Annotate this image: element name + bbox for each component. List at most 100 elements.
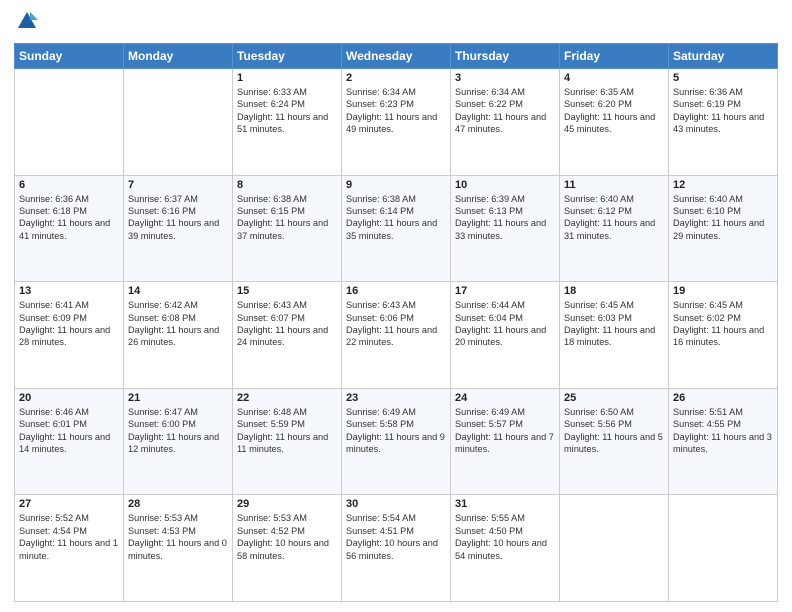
calendar-cell: 27 Sunrise: 5:52 AM Sunset: 4:54 PM Dayli… [15,495,124,602]
day-number: 8 [237,179,337,191]
day-header-saturday: Saturday [669,44,778,69]
day-number: 21 [128,392,228,404]
day-number: 29 [237,498,337,510]
calendar-week-row: 13 Sunrise: 6:41 AM Sunset: 6:09 PM Dayli… [15,282,778,389]
day-number: 15 [237,285,337,297]
logo [14,10,38,37]
day-detail: Sunrise: 6:34 AM Sunset: 6:22 PM Dayligh… [455,86,555,136]
calendar-week-row: 1 Sunrise: 6:33 AM Sunset: 6:24 PM Daylig… [15,69,778,176]
day-detail: Sunrise: 6:33 AM Sunset: 6:24 PM Dayligh… [237,86,337,136]
calendar-cell: 8 Sunrise: 6:38 AM Sunset: 6:15 PM Daylig… [233,175,342,282]
calendar-cell: 21Sunrise: 6:47 AM Sunset: 6:00 PM Dayli… [124,388,233,495]
day-number: 19 [673,285,773,297]
calendar-cell: 31 Sunrise: 5:55 AM Sunset: 4:50 PM Dayli… [451,495,560,602]
logo-icon [16,10,38,32]
day-detail: Sunrise: 5:53 AM Sunset: 4:53 PM Dayligh… [128,512,228,562]
day-detail: Sunrise: 5:54 AM Sunset: 4:51 PM Dayligh… [346,512,446,562]
day-detail: Sunrise: 6:37 AM Sunset: 6:16 PM Dayligh… [128,193,228,243]
day-number: 16 [346,285,446,297]
calendar-cell: 11Sunrise: 6:40 AM Sunset: 6:12 PM Dayli… [560,175,669,282]
day-number: 10 [455,179,555,191]
day-header-monday: Monday [124,44,233,69]
day-number: 3 [455,72,555,84]
calendar-cell: 29 Sunrise: 5:53 AM Sunset: 4:52 PM Dayli… [233,495,342,602]
day-number: 1 [237,72,337,84]
day-detail: Sunrise: 6:43 AM Sunset: 6:06 PM Dayligh… [346,299,446,349]
header [14,10,778,37]
calendar-table: SundayMondayTuesdayWednesdayThursdayFrid… [14,43,778,602]
calendar-cell [669,495,778,602]
calendar-cell: 22 Sunrise: 6:48 AM Sunset: 5:59 PM Dayli… [233,388,342,495]
calendar-cell: 9 Sunrise: 6:38 AM Sunset: 6:14 PM Daylig… [342,175,451,282]
calendar-cell: 6 Sunrise: 6:36 AM Sunset: 6:18 PM Daylig… [15,175,124,282]
day-detail: Sunrise: 5:51 AM Sunset: 4:55 PM Dayligh… [673,406,773,456]
day-detail: Sunrise: 6:38 AM Sunset: 6:15 PM Dayligh… [237,193,337,243]
calendar-week-row: 27 Sunrise: 5:52 AM Sunset: 4:54 PM Dayli… [15,495,778,602]
day-number: 2 [346,72,446,84]
day-detail: Sunrise: 5:55 AM Sunset: 4:50 PM Dayligh… [455,512,555,562]
calendar-cell [560,495,669,602]
calendar-cell: 26Sunrise: 5:51 AM Sunset: 4:55 PM Dayli… [669,388,778,495]
day-detail: Sunrise: 5:53 AM Sunset: 4:52 PM Dayligh… [237,512,337,562]
calendar-week-row: 20Sunrise: 6:46 AM Sunset: 6:01 PM Dayli… [15,388,778,495]
day-header-tuesday: Tuesday [233,44,342,69]
day-number: 7 [128,179,228,191]
calendar-cell: 1 Sunrise: 6:33 AM Sunset: 6:24 PM Daylig… [233,69,342,176]
day-number: 4 [564,72,664,84]
day-number: 23 [346,392,446,404]
day-number: 20 [19,392,119,404]
calendar-cell: 3 Sunrise: 6:34 AM Sunset: 6:22 PM Daylig… [451,69,560,176]
calendar-cell: 17 Sunrise: 6:44 AM Sunset: 6:04 PM Dayli… [451,282,560,389]
calendar-cell [15,69,124,176]
calendar-header-row: SundayMondayTuesdayWednesdayThursdayFrid… [15,44,778,69]
calendar-cell: 19 Sunrise: 6:45 AM Sunset: 6:02 PM Dayli… [669,282,778,389]
day-detail: Sunrise: 6:48 AM Sunset: 5:59 PM Dayligh… [237,406,337,456]
day-detail: Sunrise: 5:52 AM Sunset: 4:54 PM Dayligh… [19,512,119,562]
day-detail: Sunrise: 6:45 AM Sunset: 6:02 PM Dayligh… [673,299,773,349]
calendar-cell: 14Sunrise: 6:42 AM Sunset: 6:08 PM Dayli… [124,282,233,389]
day-detail: Sunrise: 6:39 AM Sunset: 6:13 PM Dayligh… [455,193,555,243]
page: SundayMondayTuesdayWednesdayThursdayFrid… [0,0,792,612]
day-number: 13 [19,285,119,297]
calendar-cell: 5Sunrise: 6:36 AM Sunset: 6:19 PM Daylig… [669,69,778,176]
day-header-thursday: Thursday [451,44,560,69]
day-number: 12 [673,179,773,191]
day-number: 24 [455,392,555,404]
calendar-cell: 18 Sunrise: 6:45 AM Sunset: 6:03 PM Dayli… [560,282,669,389]
day-number: 6 [19,179,119,191]
calendar-cell: 20Sunrise: 6:46 AM Sunset: 6:01 PM Dayli… [15,388,124,495]
day-detail: Sunrise: 6:34 AM Sunset: 6:23 PM Dayligh… [346,86,446,136]
day-number: 18 [564,285,664,297]
calendar-cell: 24 Sunrise: 6:49 AM Sunset: 5:57 PM Dayli… [451,388,560,495]
day-number: 28 [128,498,228,510]
calendar-cell [124,69,233,176]
day-number: 27 [19,498,119,510]
calendar-cell: 4Sunrise: 6:35 AM Sunset: 6:20 PM Daylig… [560,69,669,176]
calendar-cell: 13 Sunrise: 6:41 AM Sunset: 6:09 PM Dayli… [15,282,124,389]
day-detail: Sunrise: 6:38 AM Sunset: 6:14 PM Dayligh… [346,193,446,243]
day-detail: Sunrise: 6:42 AM Sunset: 6:08 PM Dayligh… [128,299,228,349]
day-detail: Sunrise: 6:40 AM Sunset: 6:10 PM Dayligh… [673,193,773,243]
day-number: 22 [237,392,337,404]
calendar-cell: 16 Sunrise: 6:43 AM Sunset: 6:06 PM Dayli… [342,282,451,389]
day-detail: Sunrise: 6:41 AM Sunset: 6:09 PM Dayligh… [19,299,119,349]
day-detail: Sunrise: 6:36 AM Sunset: 6:18 PM Dayligh… [19,193,119,243]
calendar-cell: 15Sunrise: 6:43 AM Sunset: 6:07 PM Dayli… [233,282,342,389]
day-number: 30 [346,498,446,510]
day-detail: Sunrise: 6:49 AM Sunset: 5:57 PM Dayligh… [455,406,555,456]
calendar-cell: 7 Sunrise: 6:37 AM Sunset: 6:16 PM Daylig… [124,175,233,282]
day-number: 17 [455,285,555,297]
day-header-friday: Friday [560,44,669,69]
day-detail: Sunrise: 6:36 AM Sunset: 6:19 PM Dayligh… [673,86,773,136]
calendar-cell: 28 Sunrise: 5:53 AM Sunset: 4:53 PM Dayli… [124,495,233,602]
calendar-cell: 12 Sunrise: 6:40 AM Sunset: 6:10 PM Dayli… [669,175,778,282]
calendar-cell: 2 Sunrise: 6:34 AM Sunset: 6:23 PM Daylig… [342,69,451,176]
day-number: 31 [455,498,555,510]
day-detail: Sunrise: 6:49 AM Sunset: 5:58 PM Dayligh… [346,406,446,456]
calendar-cell: 25Sunrise: 6:50 AM Sunset: 5:56 PM Dayli… [560,388,669,495]
day-number: 9 [346,179,446,191]
calendar-cell: 10 Sunrise: 6:39 AM Sunset: 6:13 PM Dayli… [451,175,560,282]
day-detail: Sunrise: 6:45 AM Sunset: 6:03 PM Dayligh… [564,299,664,349]
day-detail: Sunrise: 6:44 AM Sunset: 6:04 PM Dayligh… [455,299,555,349]
calendar-week-row: 6 Sunrise: 6:36 AM Sunset: 6:18 PM Daylig… [15,175,778,282]
